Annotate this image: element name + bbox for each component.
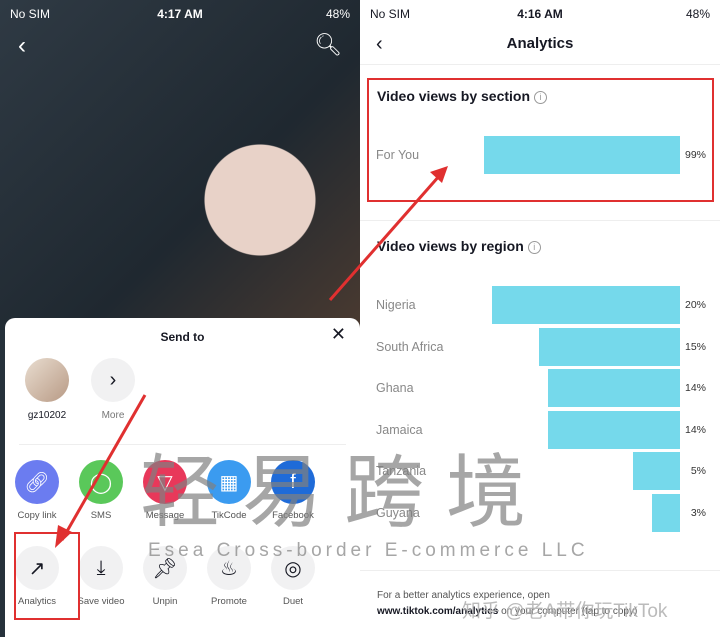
annotation-arrows: [55, 166, 448, 548]
arrowhead: [430, 166, 448, 183]
arrow-to-analytics: [60, 394, 147, 541]
arrow-to-section: [328, 174, 442, 301]
